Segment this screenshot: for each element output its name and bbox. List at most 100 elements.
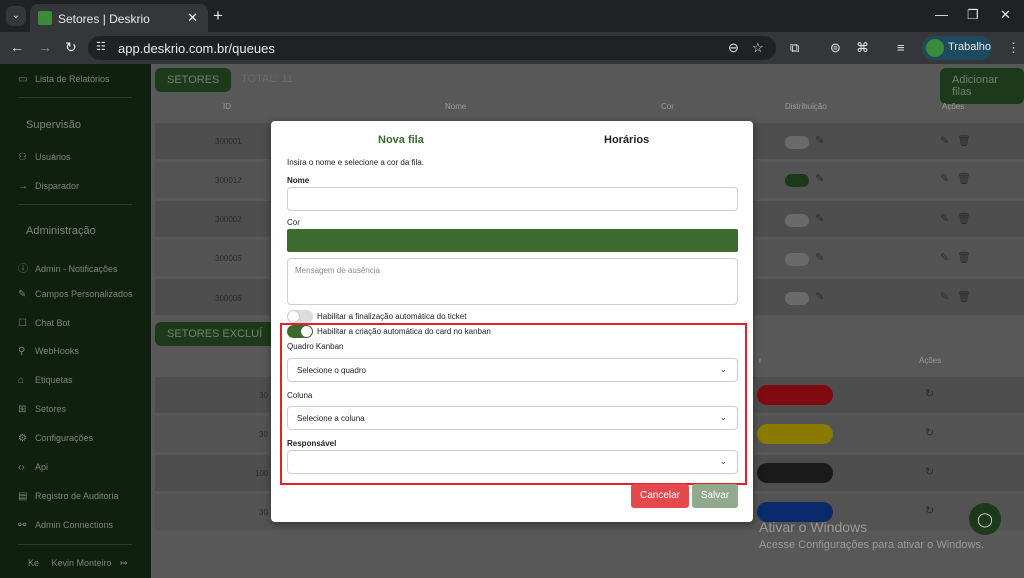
browser-tabbar: ⌄ Setores | Deskrio ✕ + — ❐ ✕	[0, 0, 1024, 32]
sidebar-item-usuarios[interactable]: ⚇ Usuários	[18, 152, 71, 163]
sidebar-item-connections[interactable]: ⚯ Admin Connections	[18, 520, 113, 531]
user-name: Kevin Monteiro	[51, 558, 112, 568]
sidebar-divider	[18, 544, 132, 545]
restore-icon[interactable]: ↻	[925, 426, 934, 439]
edit-icon[interactable]: ✎	[940, 290, 949, 303]
cancel-button[interactable]: Cancelar	[631, 484, 689, 508]
trash-icon[interactable]: 🗑	[957, 212, 971, 225]
tab-search-icon[interactable]: ⌄	[6, 6, 26, 26]
responsavel-select[interactable]: ⌄	[287, 450, 738, 474]
sidebar-item-label: Configurações	[35, 433, 94, 443]
distribution-toggle[interactable]	[785, 174, 809, 187]
color-pill	[757, 385, 833, 405]
users-icon: ⚇	[18, 152, 27, 163]
col-header-acoes: Ações	[919, 356, 942, 365]
pencil-icon[interactable]: ✎	[815, 172, 824, 185]
tab-close-icon[interactable]: ✕	[187, 10, 198, 26]
edit-icon[interactable]: ✎	[940, 134, 949, 147]
quadro-kanban-select[interactable]: Selecione o quadro ⌄	[287, 358, 738, 382]
back-icon[interactable]: ←	[10, 39, 24, 55]
col-header-nome: Nome	[445, 102, 467, 111]
bookmark-star-icon[interactable]: ☆	[752, 40, 764, 56]
sidebar-item-configuracoes[interactable]: ⚙ Configurações	[18, 433, 93, 444]
sidebar-item-disparador[interactable]: → Disparador	[18, 181, 79, 192]
sidebar-item-label: Admin - Notificações	[35, 264, 118, 274]
sidebar-item-api[interactable]: ‹› Api	[18, 462, 48, 473]
pencil-icon[interactable]: ✎	[815, 134, 824, 147]
edit-icon[interactable]: ✎	[940, 212, 949, 225]
zoom-icon[interactable]: ⊖	[728, 40, 739, 56]
add-queue-button[interactable]: Adicionar filas	[940, 68, 1024, 104]
restore-icon[interactable]: ↻	[925, 387, 934, 400]
edit-icon[interactable]: ✎	[940, 172, 949, 185]
menu-kebab-icon[interactable]: ⋮	[1007, 40, 1020, 56]
row-id: 100	[255, 469, 269, 478]
sidebar-user[interactable]: Ke Kevin Monteiro ↦	[28, 558, 128, 569]
kanban-toggle[interactable]	[287, 325, 313, 338]
trash-icon[interactable]: 🗑	[957, 290, 971, 303]
kanban-toggle-label: Habilitar a criação automática do card n…	[317, 327, 491, 336]
chat-bubble-icon[interactable]: ◯	[969, 503, 1001, 535]
pencil-icon[interactable]: ✎	[815, 251, 824, 264]
trash-icon[interactable]: 🗑	[957, 251, 971, 264]
site-info-icon[interactable]: ☷	[96, 40, 106, 53]
pencil-icon[interactable]: ✎	[815, 212, 824, 225]
translate-icon[interactable]: ⌘	[856, 40, 869, 56]
tab-horarios[interactable]: Horários	[604, 134, 649, 146]
address-bar[interactable]: ☷ app.deskrio.com.br/queues ⊖ ☆	[88, 36, 776, 60]
row-id: 300005	[215, 254, 242, 263]
coluna-select[interactable]: Selecione a coluna ⌄	[287, 406, 738, 430]
extensions-icon[interactable]: ⧉	[790, 40, 799, 56]
edit-icon[interactable]: ✎	[940, 251, 949, 264]
sidebar-item-setores[interactable]: ⊞ Setores	[18, 404, 66, 415]
reload-icon[interactable]: ↻	[65, 39, 77, 56]
forward-icon[interactable]: →	[38, 39, 52, 55]
reading-list-icon[interactable]: ≡	[897, 40, 905, 55]
tab-setores[interactable]: SETORES	[155, 68, 232, 92]
sidebar-item-campos[interactable]: ✎ Campos Personalizados	[18, 289, 133, 300]
url-text: app.deskrio.com.br/queues	[118, 41, 275, 56]
minimize-icon[interactable]: —	[935, 7, 948, 22]
sidebar-item-relatorios[interactable]: ▭ Lista de Relatórios	[18, 74, 110, 85]
sidebar-item-webhooks[interactable]: ⚲ WebHooks	[18, 346, 79, 357]
restore-icon[interactable]: ↻	[925, 465, 934, 478]
pencil-icon[interactable]: ✎	[815, 290, 824, 303]
mensagem-ausencia-field[interactable]: Mensagem de ausência	[287, 258, 738, 305]
tab-nova-fila[interactable]: Nova fila	[378, 134, 424, 146]
distribution-toggle[interactable]	[785, 292, 809, 305]
finalizacao-toggle[interactable]	[287, 310, 313, 323]
nome-input[interactable]	[287, 187, 738, 211]
browser-tab[interactable]: Setores | Deskrio ✕	[30, 4, 208, 32]
save-button[interactable]: Salvar	[692, 484, 738, 508]
distribution-toggle[interactable]	[785, 214, 809, 227]
incognito-icon[interactable]: ⊜	[830, 40, 841, 56]
sidebar-item-etiquetas[interactable]: ⌂ Etiquetas	[18, 375, 73, 386]
deskrio-favicon-icon	[38, 11, 52, 25]
distribution-toggle[interactable]	[785, 253, 809, 266]
distribution-toggle[interactable]	[785, 136, 809, 149]
logout-icon[interactable]: ↦	[120, 558, 128, 568]
chevron-down-icon: ⌄	[719, 364, 727, 374]
new-tab-icon[interactable]: +	[213, 6, 223, 26]
sidebar-item-auditoria[interactable]: ▤ Registro de Auditoria	[18, 491, 119, 502]
restore-icon[interactable]: ↻	[925, 504, 934, 517]
sidebar-item-label: Api	[35, 462, 49, 472]
profile-button[interactable]: Trabalho	[922, 36, 992, 60]
col-header-id: ID	[223, 102, 231, 111]
maximize-icon[interactable]: ❐	[967, 7, 979, 23]
quadro-kanban-value: Selecione o quadro	[297, 366, 366, 375]
sidebar-item-label: Setores	[35, 404, 67, 414]
window-close-icon[interactable]: ✕	[1000, 7, 1011, 23]
trash-icon[interactable]: 🗑	[957, 134, 971, 147]
trash-icon[interactable]: 🗑	[957, 172, 971, 185]
modal-description: Insira o nome e selecione a cor da fila.	[287, 158, 424, 167]
row-id: 300012	[215, 176, 242, 185]
windows-activation-title: Ativar o Windows	[759, 519, 868, 535]
tab-setores-excluidos[interactable]: SETORES EXCLUÍ	[155, 322, 275, 346]
sidebar-item-label: Chat Bot	[35, 318, 71, 328]
color-picker[interactable]	[287, 229, 738, 252]
tab-title: Setores | Deskrio	[58, 12, 150, 26]
sidebar-section-administracao: Administração	[26, 225, 96, 237]
sidebar-item-chatbot[interactable]: ☐ Chat Bot	[18, 318, 70, 329]
sidebar-item-admin-notificacoes[interactable]: ⓘ Admin - Notificações	[18, 260, 118, 275]
